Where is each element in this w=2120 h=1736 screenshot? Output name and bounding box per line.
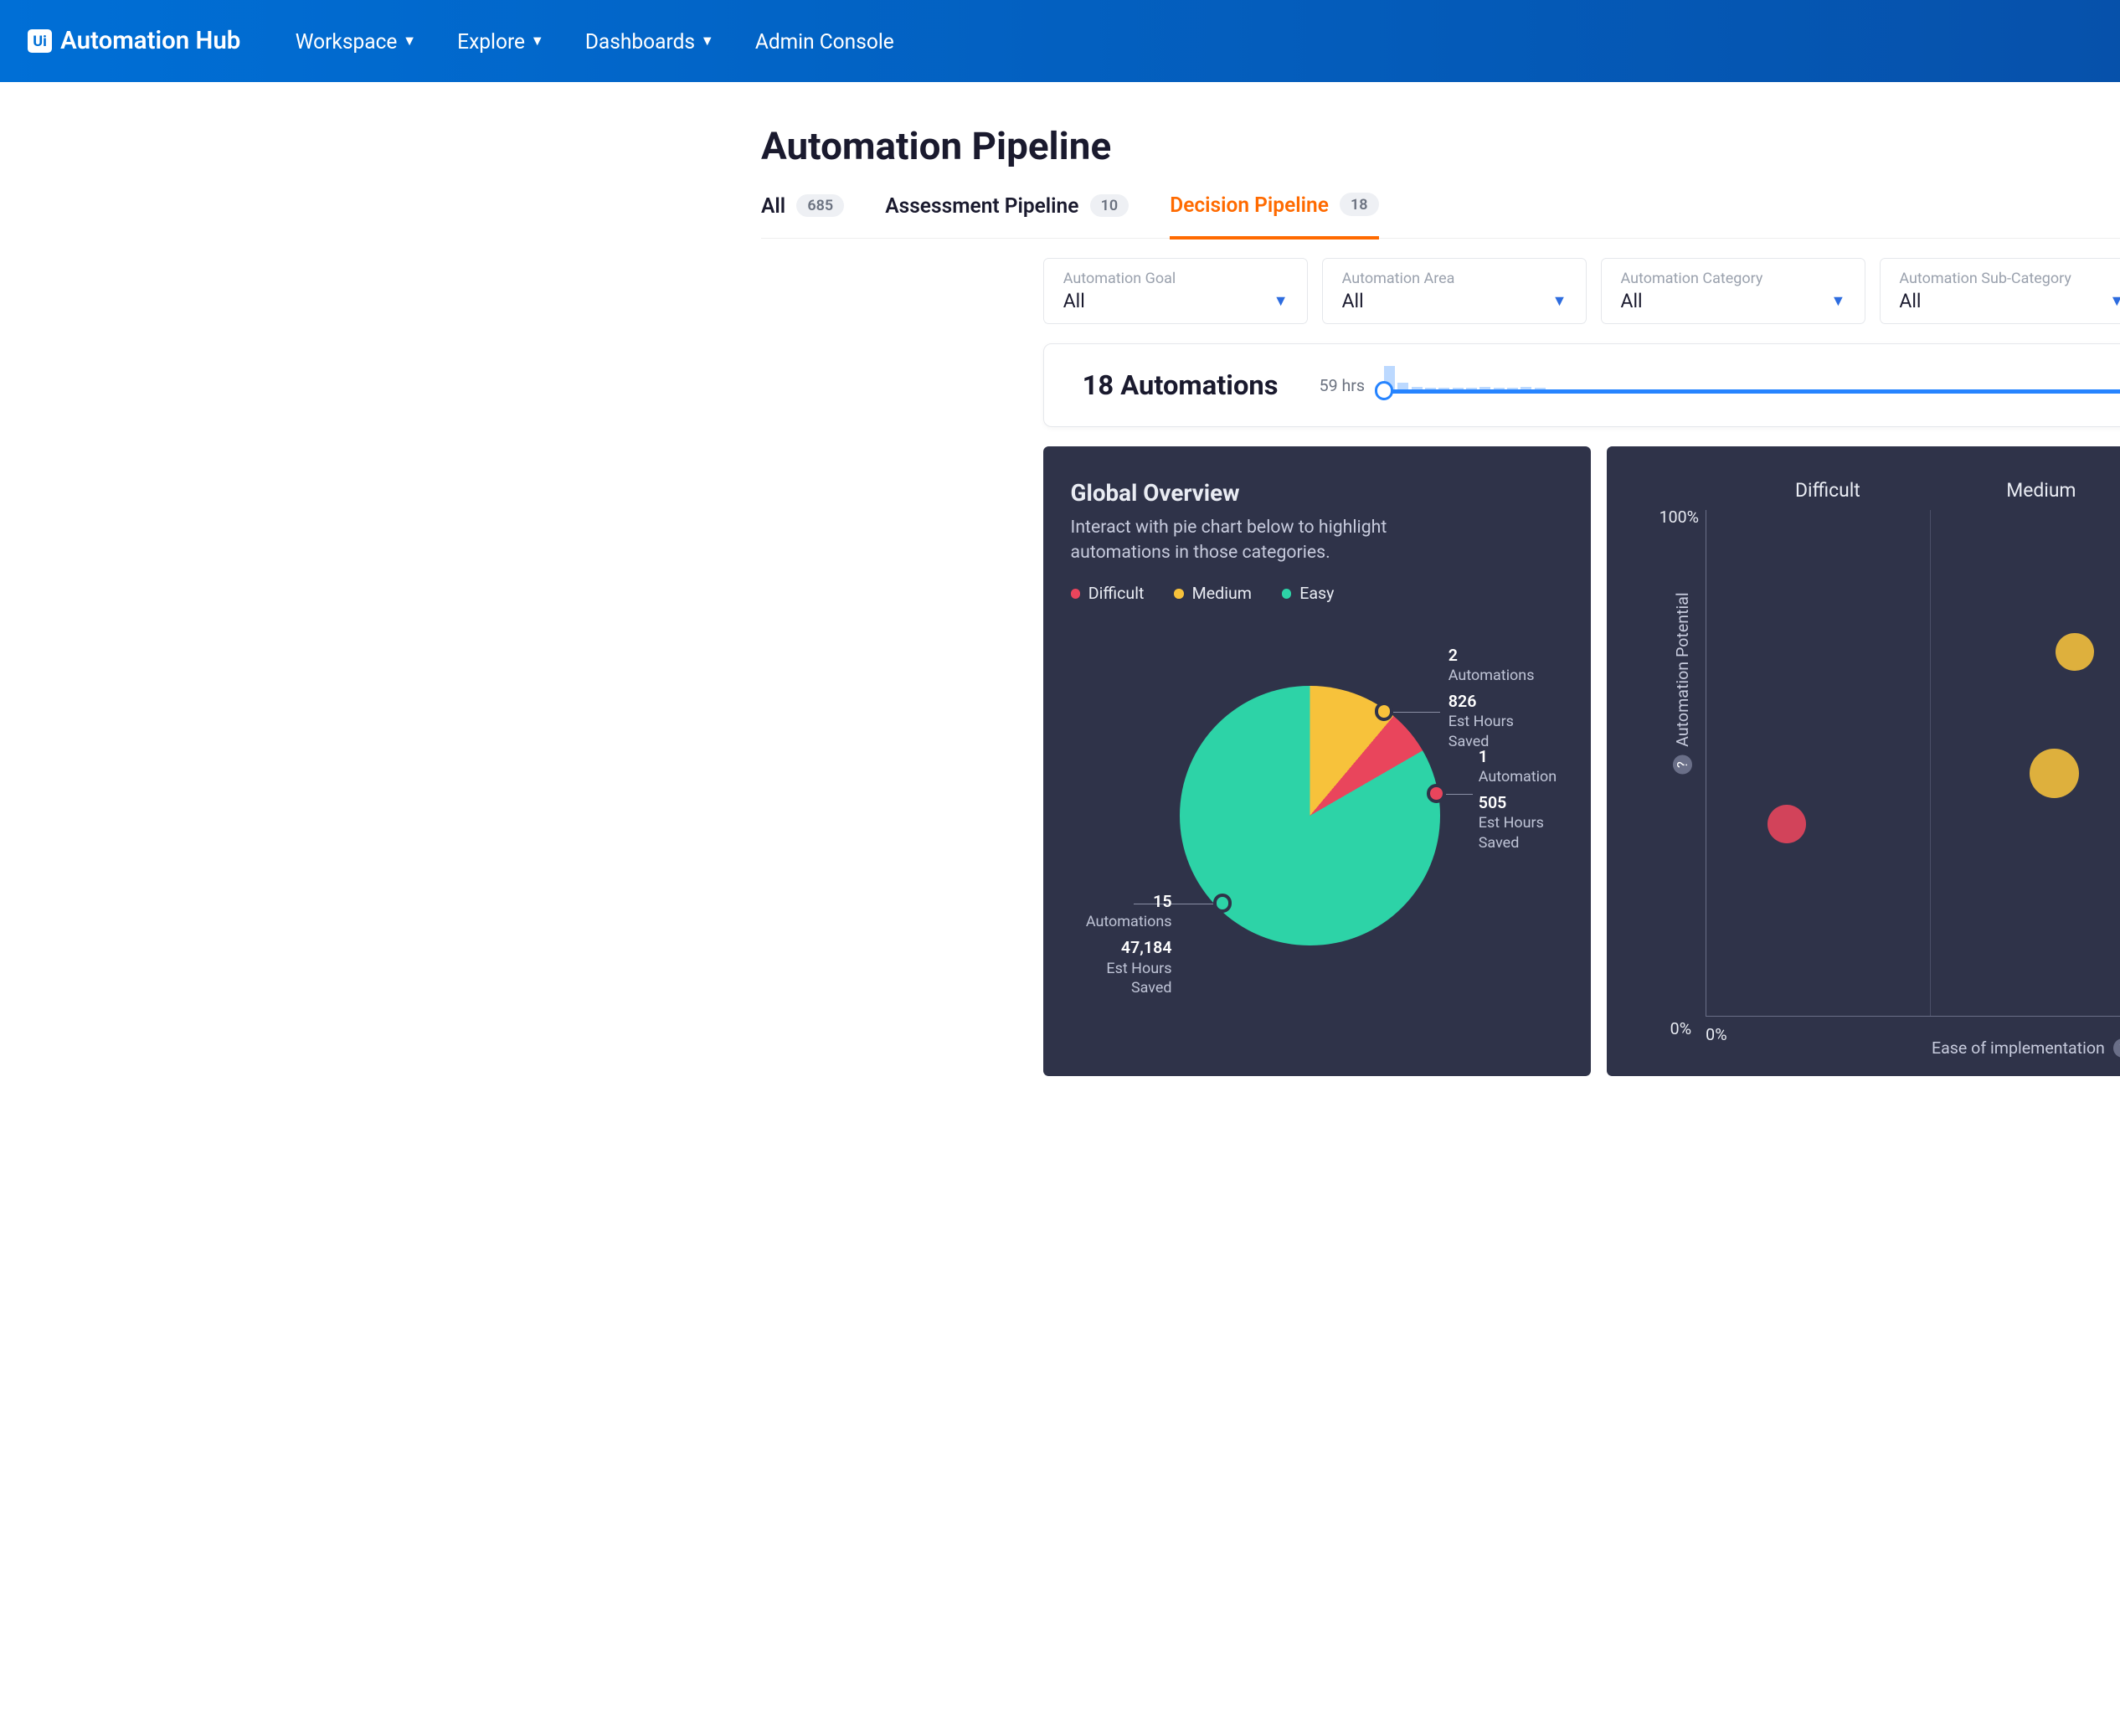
chevron-down-icon: ▼ — [531, 33, 544, 49]
filter-value: All — [1063, 290, 1085, 312]
nav-workspace[interactable]: Workspace ▼ — [296, 29, 416, 54]
tab-count: 18 — [1340, 193, 1379, 216]
legend-dot — [1071, 589, 1080, 598]
scatter-chart[interactable] — [1706, 510, 2120, 1017]
overview-legend: Difficult Medium Easy — [1071, 584, 1564, 603]
chevron-down-icon: ▼ — [2109, 292, 2120, 310]
filter-value: All — [1621, 290, 1643, 312]
filter-label: Automation Category — [1621, 270, 1846, 287]
range-min-label: 59 hrs — [1320, 376, 1365, 395]
nav-explore[interactable]: Explore ▼ — [457, 29, 544, 54]
filter-value: All — [1899, 290, 1921, 312]
top-nav: Ui Automation Hub Workspace ▼ Explore ▼ Da… — [0, 0, 2120, 82]
nav-workspace-label: Workspace — [296, 29, 398, 54]
logo-text: Automation Hub — [60, 27, 240, 55]
x-tick-0: 0% — [1706, 1025, 1726, 1058]
chevron-down-icon: ▼ — [1831, 292, 1846, 310]
x-axis-label-group: Ease of implementation ? — [1932, 1038, 2120, 1058]
filter-label: Automation Goal — [1063, 270, 1289, 287]
overview-pie-chart[interactable]: 2 Automations 826 Est Hours Saved 1 Auto… — [1180, 686, 1440, 946]
legend-item-easy[interactable]: Easy — [1282, 584, 1334, 603]
legend-label: Medium — [1192, 584, 1252, 603]
nav-links: Workspace ▼ Explore ▼ Dashboards ▼ Admin Co… — [296, 29, 894, 54]
tab-all[interactable]: All 685 — [761, 193, 844, 238]
tab-label: Assessment Pipeline — [885, 193, 1078, 218]
filter-automation-area[interactable]: Automation Area All ▼ — [1322, 258, 1587, 324]
nav-dashboards-label: Dashboards — [585, 29, 695, 54]
logo-badge: Ui — [28, 29, 53, 53]
legend-dot — [1174, 589, 1183, 598]
nav-admin-console[interactable]: Admin Console — [755, 29, 894, 54]
callout-difficult: 1 Automation 505 Est Hours Saved — [1479, 746, 1557, 853]
bubble-difficult[interactable] — [1768, 805, 1806, 843]
global-overview-title: Global Overview — [1071, 479, 1564, 507]
chevron-down-icon: ▼ — [1552, 292, 1567, 310]
tab-assessment-pipeline[interactable]: Assessment Pipeline 10 — [885, 193, 1129, 238]
filter-value: All — [1342, 290, 1364, 312]
pie-node-easy[interactable] — [1213, 894, 1232, 913]
chevron-down-icon: ▼ — [403, 33, 416, 49]
nav-admin-label: Admin Console — [755, 29, 894, 54]
filter-label: Automation Area — [1342, 270, 1567, 287]
tab-count: 685 — [796, 194, 844, 218]
automations-count: 18 Automations — [1083, 369, 1279, 401]
nav-dashboards[interactable]: Dashboards ▼ — [585, 29, 714, 54]
scatter-panel: Difficult Medium Easy 100% ? Automation … — [1607, 446, 2120, 1076]
filter-automation-goal[interactable]: Automation Goal All ▼ — [1043, 258, 1309, 324]
callout-medium: 2 Automations 826 Est Hours Saved — [1448, 645, 1535, 752]
y-tick-100: 100% — [1659, 507, 1699, 527]
filter-automation-category[interactable]: Automation Category All ▼ — [1601, 258, 1866, 324]
y-axis-label-group: ? Automation Potential — [1673, 592, 1692, 774]
callout-easy: 15 Automations 47,184 Est Hours Saved — [1076, 891, 1171, 998]
automations-range-card: 18 Automations 59 hrs 9653 hrs — [1043, 343, 2120, 427]
chevron-down-icon: ▼ — [1274, 292, 1289, 310]
legend-item-difficult[interactable]: Difficult — [1071, 584, 1145, 603]
legend-label: Difficult — [1088, 584, 1145, 603]
nav-explore-label: Explore — [457, 29, 525, 54]
filter-automation-sub-category[interactable]: Automation Sub-Category All ▼ — [1880, 258, 2120, 324]
page-header: Automation Pipeline Save View Download C… — [761, 82, 2120, 193]
help-icon[interactable]: ? — [2113, 1038, 2120, 1058]
x-axis-label: Ease of implementation — [1932, 1038, 2105, 1058]
scatter-column-headers: Difficult Medium Easy — [1722, 479, 2120, 502]
global-overview-subtitle: Interact with pie chart below to highlig… — [1071, 515, 1440, 565]
pipeline-tabs: All 685 Assessment Pipeline 10 Decision … — [761, 193, 2120, 239]
chevron-down-icon: ▼ — [701, 33, 714, 49]
logo[interactable]: Ui Automation Hub — [28, 27, 241, 55]
y-tick-0: 0% — [1670, 1019, 1691, 1038]
pie-node-difficult[interactable] — [1427, 784, 1446, 803]
legend-label: Easy — [1299, 584, 1334, 603]
tab-decision-pipeline[interactable]: Decision Pipeline 18 — [1170, 193, 1378, 240]
legend-dot — [1282, 589, 1291, 598]
slider-histogram — [1384, 366, 2120, 390]
hours-range-slider[interactable] — [1384, 369, 2120, 402]
tab-count: 10 — [1090, 194, 1129, 218]
tab-label: Decision Pipeline — [1170, 193, 1329, 217]
filter-label: Automation Sub-Category — [1899, 270, 2120, 287]
filters-row: Automation GoalAll▼Automation AreaAll▼Au… — [1043, 258, 2120, 324]
bubble-medium[interactable] — [2030, 749, 2079, 798]
scatter-header-medium: Medium — [2006, 479, 2076, 502]
tab-label: All — [761, 193, 785, 218]
y-axis-label: Automation Potential — [1673, 592, 1692, 747]
global-overview-panel: Global Overview Interact with pie chart … — [1043, 446, 1591, 1076]
scatter-header-difficult: Difficult — [1795, 479, 1860, 502]
legend-item-medium[interactable]: Medium — [1174, 584, 1252, 603]
slider-thumb-min[interactable] — [1375, 381, 1394, 400]
help-icon[interactable]: ? — [1673, 755, 1692, 775]
page-title: Automation Pipeline — [761, 125, 2120, 169]
bubble-medium[interactable] — [2056, 633, 2094, 672]
